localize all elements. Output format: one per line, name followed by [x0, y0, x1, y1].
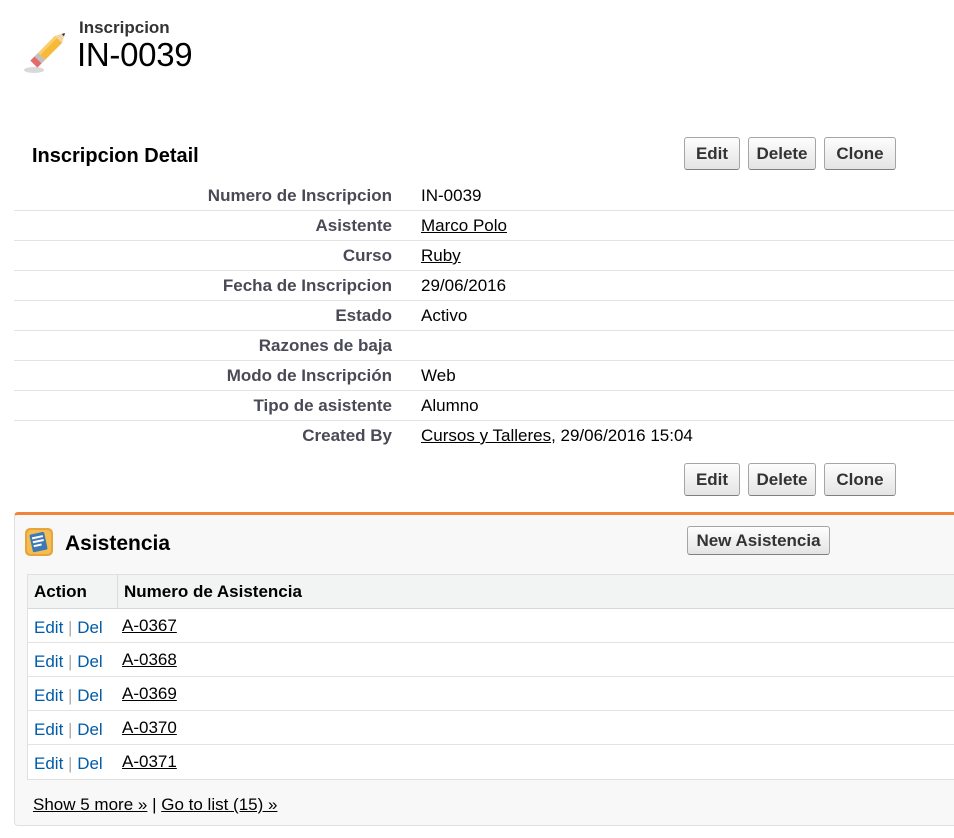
- edit-button-top[interactable]: Edit: [684, 137, 740, 170]
- clone-button-bottom[interactable]: Clone: [824, 463, 896, 496]
- field-label: Numero de Inscripcion: [207, 186, 392, 205]
- field-label: Razones de baja: [258, 336, 392, 355]
- row-del-link[interactable]: Del: [77, 754, 103, 773]
- object-type-label: Inscripcion: [79, 18, 170, 37]
- field-row-fecha: Fecha de Inscripcion 29/06/2016: [14, 271, 954, 301]
- field-value: IN-0039: [421, 186, 482, 205]
- field-label: Modo de Inscripción: [226, 366, 392, 385]
- go-to-list-link[interactable]: Go to list (15) »: [161, 795, 277, 814]
- row-actions: Edit | Del: [34, 754, 103, 774]
- pencil-icon: [24, 33, 65, 73]
- asistencia-record-link[interactable]: A-0369: [122, 684, 177, 704]
- row-edit-link[interactable]: Edit: [34, 686, 63, 705]
- field-value: Web: [421, 366, 456, 385]
- table-row: Edit | Del A-0370: [28, 711, 954, 745]
- action-separator: |: [68, 720, 73, 739]
- row-del-link[interactable]: Del: [77, 720, 103, 739]
- created-date: , 29/06/2016 15:04: [551, 426, 693, 445]
- field-row-estado: Estado Activo: [14, 301, 954, 331]
- field-row-razones: Razones de baja: [14, 331, 954, 361]
- delete-button-top[interactable]: Delete: [748, 137, 816, 170]
- field-row-curso: Curso Ruby: [14, 241, 954, 271]
- field-row-asistente: Asistente Marco Polo: [14, 211, 954, 241]
- asistencia-table: Action Numero de Asistencia Edit | Del A…: [27, 574, 954, 780]
- field-row-numero: Numero de Inscripcion IN-0039: [14, 181, 954, 211]
- asistencia-record-link[interactable]: A-0368: [122, 650, 177, 670]
- row-actions: Edit | Del: [34, 720, 103, 740]
- field-label: Created By: [302, 426, 392, 445]
- page-title: IN-0039: [77, 36, 193, 73]
- delete-button-bottom[interactable]: Delete: [748, 463, 816, 496]
- table-row: Edit | Del A-0367: [28, 609, 954, 643]
- action-separator: |: [68, 652, 73, 671]
- show-more-link[interactable]: Show 5 more »: [33, 795, 147, 814]
- field-row-tipo: Tipo de asistente Alumno: [14, 391, 954, 421]
- row-edit-link[interactable]: Edit: [34, 652, 63, 671]
- table-row: Edit | Del A-0371: [28, 745, 954, 779]
- action-separator: |: [68, 618, 73, 637]
- column-header-action: Action: [34, 582, 87, 601]
- table-row: Edit | Del A-0369: [28, 677, 954, 711]
- new-asistencia-button[interactable]: New Asistencia: [687, 526, 830, 555]
- detail-fields: Numero de Inscripcion IN-0039 Asistente …: [14, 181, 954, 451]
- table-row: Edit | Del A-0368: [28, 643, 954, 677]
- row-del-link[interactable]: Del: [77, 686, 103, 705]
- detail-section-title: Inscripcion Detail: [32, 145, 199, 167]
- action-separator: |: [68, 686, 73, 705]
- row-edit-link[interactable]: Edit: [34, 618, 63, 637]
- row-del-link[interactable]: Del: [77, 652, 103, 671]
- table-header: Action Numero de Asistencia: [28, 575, 954, 609]
- field-value: Activo: [421, 306, 468, 325]
- asistente-link[interactable]: Marco Polo: [421, 216, 507, 235]
- curso-link[interactable]: Ruby: [421, 246, 461, 265]
- field-label: Tipo de asistente: [253, 396, 392, 415]
- asistencia-record-link[interactable]: A-0371: [122, 752, 177, 772]
- field-value: 29/06/2016: [421, 276, 507, 295]
- page-header: Inscripcion IN-0039: [22, 14, 422, 78]
- row-actions: Edit | Del: [34, 618, 103, 638]
- row-del-link[interactable]: Del: [77, 618, 103, 637]
- clone-button-top[interactable]: Clone: [824, 137, 896, 170]
- column-header-numero: Numero de Asistencia: [124, 582, 302, 601]
- field-label: Estado: [335, 306, 392, 325]
- field-label: Asistente: [315, 216, 392, 235]
- related-list-asistencia: Asistencia New Asistencia Action Numero …: [14, 512, 954, 826]
- row-actions: Edit | Del: [34, 686, 103, 706]
- field-label: Fecha de Inscripcion: [222, 276, 392, 295]
- related-list-title: Asistencia: [65, 532, 171, 555]
- column-divider: [117, 575, 118, 608]
- related-list-footer: Show 5 more » | Go to list (15) »: [33, 795, 277, 815]
- footer-separator: |: [152, 795, 157, 814]
- field-row-modo: Modo de Inscripción Web: [14, 361, 954, 391]
- row-edit-link[interactable]: Edit: [34, 754, 63, 773]
- field-row-created-by: Created By Cursos y Talleres, 29/06/2016…: [14, 421, 954, 451]
- row-edit-link[interactable]: Edit: [34, 720, 63, 739]
- field-value: Alumno: [421, 396, 479, 415]
- field-value: Cursos y Talleres, 29/06/2016 15:04: [421, 426, 693, 446]
- asistencia-icon: [25, 528, 53, 556]
- field-label: Curso: [342, 246, 392, 265]
- edit-button-bottom[interactable]: Edit: [684, 463, 740, 496]
- asistencia-record-link[interactable]: A-0367: [122, 616, 177, 636]
- row-actions: Edit | Del: [34, 652, 103, 672]
- asistencia-record-link[interactable]: A-0370: [122, 718, 177, 738]
- action-separator: |: [68, 754, 73, 773]
- created-by-link[interactable]: Cursos y Talleres: [421, 426, 551, 445]
